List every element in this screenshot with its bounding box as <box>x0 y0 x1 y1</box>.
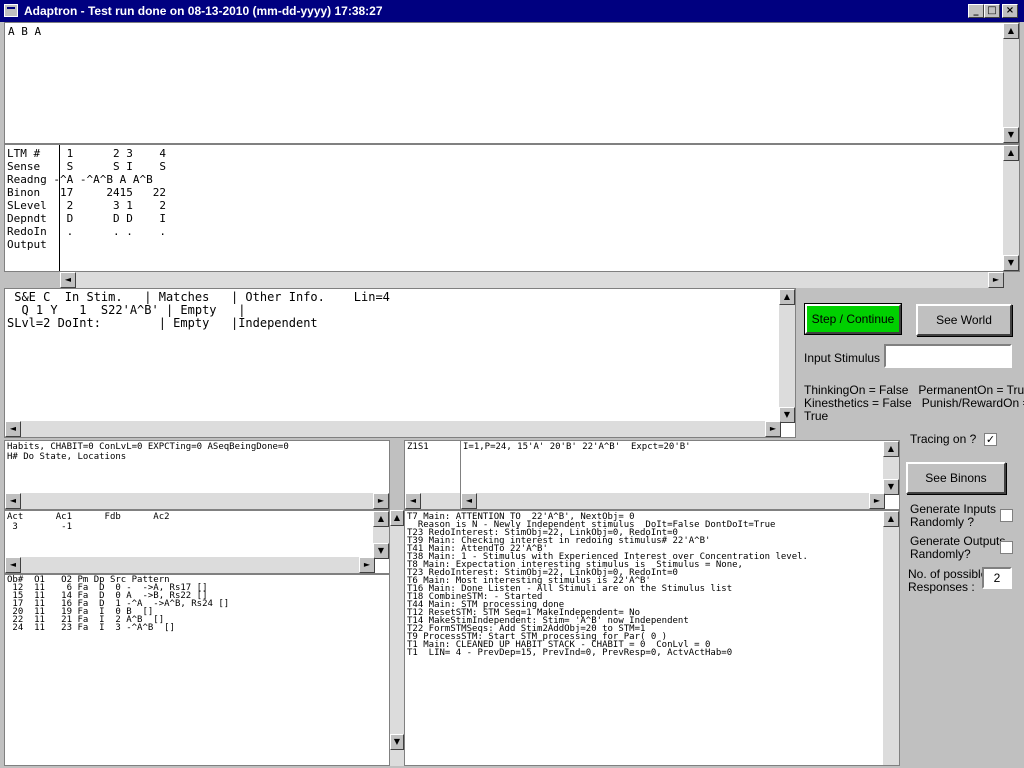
generate-inputs-label-line2: Randomly ? <box>910 515 975 529</box>
horizontal-scrollbar[interactable]: ◄ ► <box>5 493 389 509</box>
objects-text: Ob# O1 O2 Pm Dp Src Pattern 12 11 6 Fa D… <box>7 575 230 633</box>
title-bar[interactable]: Adaptron - Test run done on 08-13-2010 (… <box>0 0 1024 22</box>
actions-text: Act Ac1 Fdb Ac2 3 -1 <box>7 512 170 532</box>
ltm-table-text: LTM # 1 2 3 4 Sense S S I S Readng -^A -… <box>7 147 166 251</box>
thinking-on-status: ThinkingOn = False <box>804 383 909 397</box>
habits-text: Habits, CHABIT=0 ConLvL=0 EXPCTing=0 ASe… <box>7 442 289 462</box>
stm-pane[interactable]: S&E C In Stim. | Matches | Other Info. L… <box>4 288 796 438</box>
scroll-left-icon[interactable]: ◄ <box>5 421 21 437</box>
expectation-pane[interactable]: I=1,P=24, 15'A' 20'B' 22'A^B' Expct=20'B… <box>460 440 900 510</box>
step-continue-button[interactable]: Step / Continue <box>804 303 902 335</box>
ltm-horizontal-scrollbar[interactable]: ◄ ► <box>60 272 1004 288</box>
minimize-button[interactable]: _ <box>968 4 984 18</box>
scroll-down-icon[interactable]: ▼ <box>1003 255 1019 271</box>
scroll-right-icon[interactable]: ► <box>765 421 781 437</box>
responses-input[interactable] <box>982 567 1012 589</box>
trace-text: T7 Main: ATTENTION TO 22'A^B', NextObj= … <box>407 512 808 658</box>
objects-pane[interactable]: Ob# O1 O2 Pm Dp Src Pattern 12 11 6 Fa D… <box>4 574 390 766</box>
habits-pane[interactable]: Habits, CHABIT=0 ConLvL=0 EXPCTing=0 ASe… <box>4 440 390 510</box>
scroll-right-icon[interactable]: ► <box>373 493 389 509</box>
punish-reward-status: Punish/RewardOn = <box>921 396 1024 410</box>
horizontal-scrollbar[interactable]: ◄ ► <box>461 493 885 509</box>
scroll-up-icon[interactable]: ▲ <box>390 510 404 526</box>
horizontal-scrollbar[interactable]: ◄ ► <box>5 421 781 437</box>
punish-reward-value: True <box>804 409 829 423</box>
responses-label-line2: Responses : <box>908 580 975 594</box>
maximize-button[interactable]: □ <box>984 4 1000 18</box>
generate-inputs-label: Generate Inputs Randomly ? <box>910 503 996 529</box>
close-button[interactable]: × <box>1002 4 1018 18</box>
tracing-label: Tracing on ? <box>910 432 977 446</box>
scroll-left-icon[interactable]: ◄ <box>405 493 421 509</box>
see-binons-button[interactable]: See Binons <box>906 462 1006 494</box>
scroll-up-icon[interactable]: ▲ <box>373 511 389 527</box>
splitter-scrollbar[interactable]: ▲ ▼ <box>390 510 404 766</box>
generate-outputs-label-line2: Randomly? <box>910 547 971 561</box>
generate-outputs-label: Generate Outputs Randomly? <box>910 535 1005 561</box>
vertical-scrollbar[interactable]: ▲ <box>883 511 899 765</box>
input-stimulus-label: Input Stimulus : <box>804 351 887 365</box>
generate-outputs-checkbox[interactable] <box>1000 541 1013 554</box>
horizontal-scrollbar[interactable]: ◄ <box>405 493 461 509</box>
vertical-scrollbar[interactable]: ▲ ▼ <box>1003 23 1019 143</box>
scroll-up-icon[interactable]: ▲ <box>1003 145 1019 161</box>
permanent-on-status: PermanentOn = True <box>918 383 1024 397</box>
scroll-left-icon[interactable]: ◄ <box>461 493 477 509</box>
z1s1-pane[interactable]: Z1S1 ◄ <box>404 440 462 510</box>
scroll-up-icon[interactable]: ▲ <box>1003 23 1019 39</box>
scroll-right-icon[interactable]: ► <box>869 493 885 509</box>
vertical-scrollbar[interactable]: ▲ ▼ <box>1003 145 1019 271</box>
scroll-left-icon[interactable]: ◄ <box>60 272 76 288</box>
scroll-down-icon[interactable]: ▼ <box>883 479 899 495</box>
actions-pane[interactable]: Act Ac1 Fdb Ac2 3 -1 ▲ ▼ ◄ ► <box>4 510 390 574</box>
scroll-right-icon[interactable]: ► <box>988 272 1004 288</box>
vertical-scrollbar[interactable]: ▲ ▼ <box>373 511 389 559</box>
tracing-checkbox[interactable]: ✓ <box>984 433 997 446</box>
stimulus-display-text: A B A <box>8 25 42 38</box>
scroll-up-icon[interactable]: ▲ <box>883 511 899 527</box>
horizontal-scrollbar[interactable]: ◄ ► <box>5 557 375 573</box>
scroll-down-icon[interactable]: ▼ <box>390 734 404 750</box>
scroll-down-icon[interactable]: ▼ <box>779 407 795 423</box>
ltm-table-pane[interactable]: LTM # 1 2 3 4 Sense S S I S Readng -^A -… <box>4 144 1020 272</box>
scroll-up-icon[interactable]: ▲ <box>883 441 899 457</box>
scroll-up-icon[interactable]: ▲ <box>779 289 795 305</box>
scroll-right-icon[interactable]: ► <box>359 557 375 573</box>
input-stimulus-field[interactable] <box>884 344 1012 368</box>
vertical-scrollbar[interactable]: ▲ ▼ <box>883 441 899 495</box>
scroll-down-icon[interactable]: ▼ <box>373 543 389 559</box>
app-icon[interactable] <box>4 4 18 17</box>
stm-text: S&E C In Stim. | Matches | Other Info. L… <box>7 290 390 330</box>
trace-pane[interactable]: T7 Main: ATTENTION TO 22'A^B', NextObj= … <box>404 510 900 766</box>
responses-label: No. of possible Responses : <box>908 568 987 594</box>
z1s1-label: Z1S1 <box>407 442 429 452</box>
kinesthetics-status: Kinesthetics = False <box>804 396 912 410</box>
window-title: Adaptron - Test run done on 08-13-2010 (… <box>24 4 383 18</box>
expectation-text: I=1,P=24, 15'A' 20'B' 22'A^B' Expct=20'B… <box>463 442 691 452</box>
status-info: ThinkingOn = False PermanentOn = True Ki… <box>804 384 1024 423</box>
scroll-left-icon[interactable]: ◄ <box>5 557 21 573</box>
vertical-scrollbar[interactable]: ▲ ▼ <box>779 289 795 423</box>
scroll-down-icon[interactable]: ▼ <box>1003 127 1019 143</box>
see-world-button[interactable]: See World <box>916 304 1012 336</box>
stimulus-display-pane[interactable]: A B A ▲ ▼ <box>4 22 1020 144</box>
scroll-left-icon[interactable]: ◄ <box>5 493 21 509</box>
generate-inputs-checkbox[interactable] <box>1000 509 1013 522</box>
